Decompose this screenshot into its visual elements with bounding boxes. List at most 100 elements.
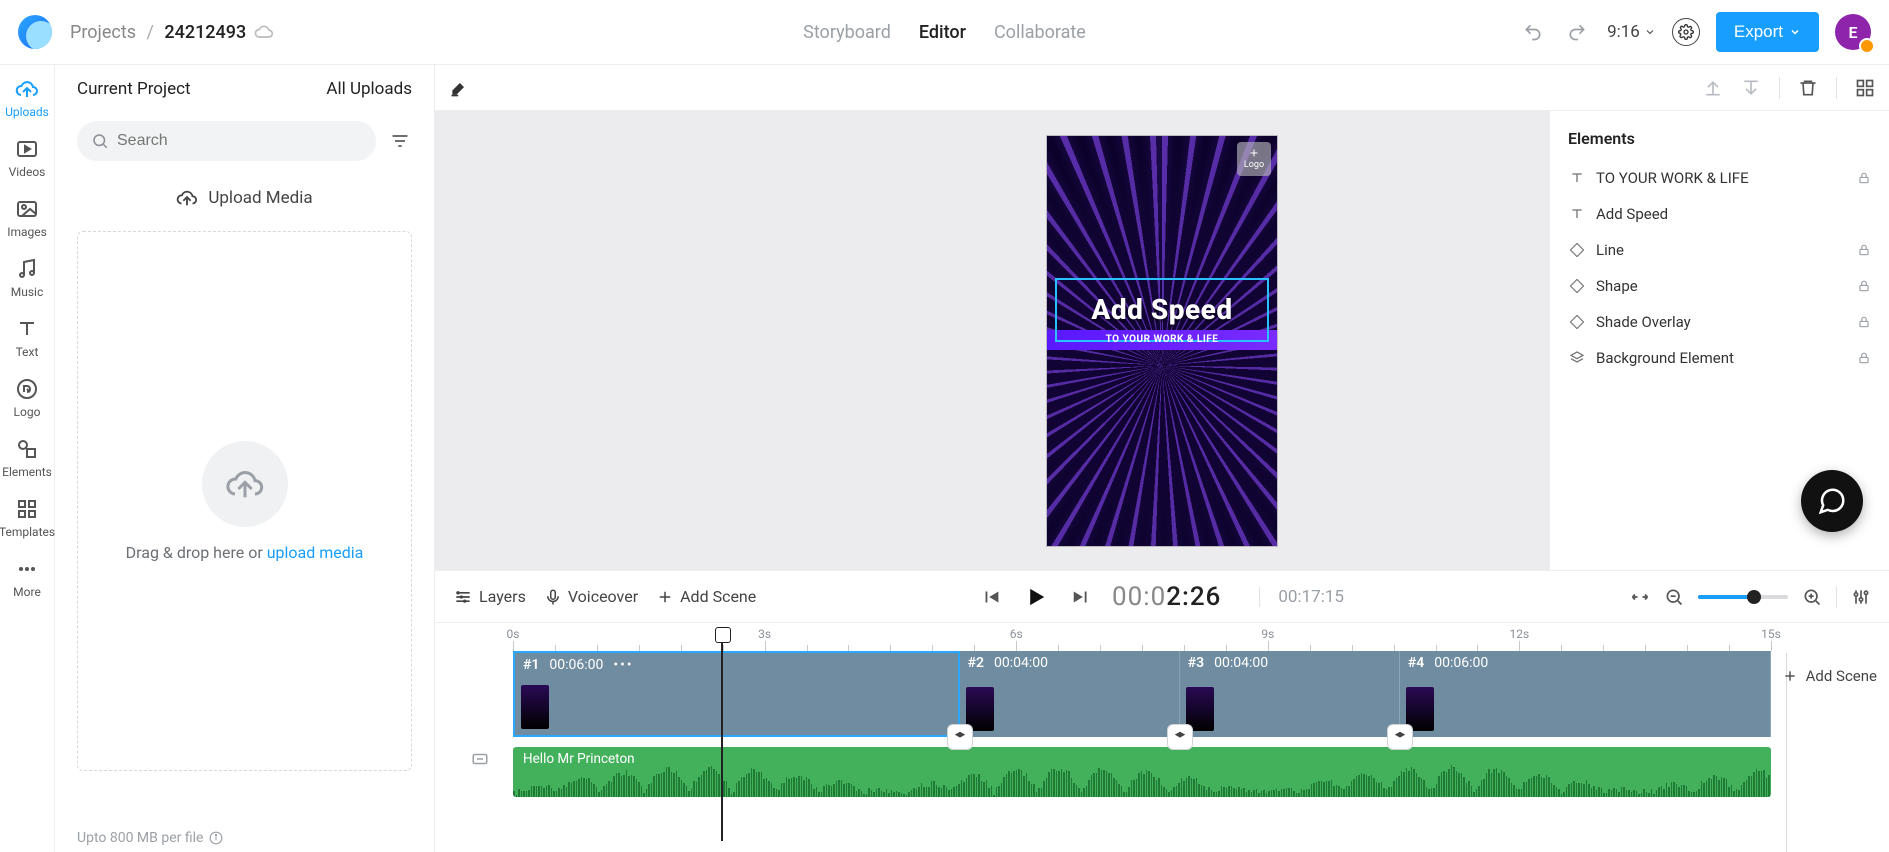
- element-item[interactable]: Background Element: [1568, 340, 1871, 376]
- delete-icon[interactable]: [1798, 78, 1818, 98]
- info-icon[interactable]: [209, 831, 223, 845]
- scene-clip[interactable]: #100:06:00•••: [513, 651, 960, 737]
- headline-text[interactable]: Add Speed: [1091, 293, 1232, 326]
- lock-icon[interactable]: [1857, 243, 1871, 257]
- send-backward-icon[interactable]: [1741, 78, 1761, 98]
- search-input[interactable]: [117, 132, 362, 150]
- subline-text[interactable]: TO YOUR WORK & LIFE: [1047, 334, 1277, 345]
- timeline-ruler[interactable]: 0s3s6s9s12s15s: [513, 629, 1771, 651]
- tab-all-uploads[interactable]: All Uploads: [326, 79, 412, 99]
- layers-button[interactable]: Layers: [453, 587, 526, 607]
- rail-item-text[interactable]: Text: [0, 317, 54, 359]
- rail-item-templates[interactable]: Templates: [0, 497, 54, 539]
- add-scene-side-button[interactable]: Add Scene: [1782, 667, 1877, 685]
- avatar-letter: E: [1848, 23, 1857, 42]
- settings-icon[interactable]: [1672, 18, 1700, 46]
- timeline[interactable]: Add Scene 0s3s6s9s12s15s #100:06:00•••#2…: [435, 622, 1889, 852]
- tab-collaborate[interactable]: Collaborate: [994, 22, 1086, 43]
- element-item[interactable]: Line: [1568, 232, 1871, 268]
- ruler-label: 15s: [1761, 627, 1781, 641]
- help-chat-button[interactable]: [1801, 470, 1863, 532]
- highlighter-icon[interactable]: [449, 78, 469, 98]
- lock-icon[interactable]: [1857, 351, 1871, 365]
- lock-icon[interactable]: [1857, 171, 1871, 185]
- rail-item-elements[interactable]: Elements: [0, 437, 54, 479]
- lock-icon[interactable]: [1857, 279, 1871, 293]
- zoom-out-icon[interactable]: [1664, 587, 1684, 607]
- element-item[interactable]: Shape: [1568, 268, 1871, 304]
- upload-limit-text: Upto 800 MB per file: [77, 830, 203, 846]
- element-item[interactable]: TO YOUR WORK & LIFE: [1568, 160, 1871, 196]
- logo-placeholder-label: Logo: [1244, 160, 1264, 170]
- zoom-in-icon[interactable]: [1802, 587, 1822, 607]
- tab-current-project[interactable]: Current Project: [77, 79, 191, 99]
- export-button[interactable]: Export: [1716, 12, 1819, 52]
- layers-icon: [1568, 350, 1586, 366]
- transition-button[interactable]: [947, 724, 973, 750]
- playhead[interactable]: [721, 629, 723, 841]
- time-prefix: 00:0: [1112, 582, 1166, 612]
- play-icon[interactable]: [1022, 583, 1050, 611]
- rail-item-logo[interactable]: Logo: [0, 377, 54, 419]
- tab-storyboard[interactable]: Storyboard: [803, 22, 891, 43]
- voiceover-button[interactable]: Voiceover: [544, 587, 638, 606]
- next-scene-icon[interactable]: [1070, 586, 1092, 608]
- rail-item-more[interactable]: More: [0, 557, 54, 599]
- fit-width-icon[interactable]: [1630, 587, 1650, 607]
- more-icon[interactable]: •••: [613, 657, 633, 673]
- uploads-panel: Current Project All Uploads Upload Media…: [55, 65, 435, 852]
- bring-forward-icon[interactable]: [1703, 78, 1723, 98]
- current-time: 00:02:26: [1112, 582, 1221, 612]
- transition-button[interactable]: [1387, 724, 1413, 750]
- dropzone-link[interactable]: upload media: [267, 543, 364, 562]
- plus-icon: [1782, 668, 1798, 684]
- rail-item-images[interactable]: Images: [0, 197, 54, 239]
- app-logo[interactable]: [18, 15, 52, 49]
- scene-clip[interactable]: #200:04:00: [960, 651, 1180, 737]
- video-stage[interactable]: Add Speed TO YOUR WORK & LIFE Logo: [1047, 136, 1277, 546]
- total-duration: 00:17:15: [1259, 587, 1344, 607]
- rail-item-music[interactable]: Music: [0, 257, 54, 299]
- element-item[interactable]: Add Speed: [1568, 196, 1871, 232]
- rail-item-uploads[interactable]: Uploads: [0, 77, 54, 119]
- redo-icon[interactable]: [1563, 18, 1591, 46]
- ruler-label: 9s: [1261, 627, 1274, 641]
- zoom-slider[interactable]: [1698, 595, 1788, 599]
- project-name[interactable]: 24212493: [164, 22, 246, 43]
- undo-icon[interactable]: [1519, 18, 1547, 46]
- filter-icon[interactable]: [388, 129, 412, 153]
- track-settings-icon[interactable]: [1851, 587, 1871, 607]
- search-input-wrap[interactable]: [77, 121, 376, 161]
- scene-clip[interactable]: #400:06:00: [1400, 651, 1771, 737]
- add-scene-button[interactable]: Add Scene: [656, 587, 756, 606]
- upload-media-button[interactable]: Upload Media: [55, 169, 434, 221]
- audio-track[interactable]: Hello Mr Princeton: [513, 747, 1771, 797]
- track-lock-icon[interactable]: [471, 750, 489, 768]
- transition-button[interactable]: [1167, 724, 1193, 750]
- breadcrumb-root[interactable]: Projects: [70, 22, 136, 43]
- scene-clip[interactable]: #300:04:00: [1180, 651, 1400, 737]
- breadcrumb: Projects / 24212493: [70, 22, 246, 43]
- scene-duration: 00:04:00: [1214, 655, 1268, 671]
- top-tabs: Storyboard Editor Collaborate: [803, 22, 1086, 43]
- aspect-ratio-selector[interactable]: 9:16: [1607, 22, 1656, 42]
- upload-dropzone[interactable]: Drag & drop here or upload media: [77, 231, 412, 771]
- scene-tag: #2: [968, 655, 984, 671]
- rail-item-label: Uploads: [5, 105, 49, 119]
- rail-item-label: Images: [7, 225, 47, 239]
- element-item-label: Shade Overlay: [1596, 313, 1691, 331]
- user-avatar[interactable]: E: [1835, 14, 1871, 50]
- canvas-area[interactable]: Add Speed TO YOUR WORK & LIFE Logo Eleme…: [435, 111, 1889, 570]
- element-item[interactable]: Shade Overlay: [1568, 304, 1871, 340]
- cloud-sync-icon[interactable]: [254, 22, 274, 42]
- scene-track[interactable]: #100:06:00•••#200:04:00#300:04:00#400:06…: [513, 651, 1771, 737]
- logo-placeholder[interactable]: Logo: [1237, 142, 1271, 176]
- lock-icon[interactable]: [1857, 315, 1871, 329]
- selected-text-box[interactable]: Add Speed: [1055, 278, 1269, 342]
- rail-item-videos[interactable]: Videos: [0, 137, 54, 179]
- grid-icon[interactable]: [1855, 78, 1875, 98]
- tab-editor[interactable]: Editor: [919, 22, 966, 43]
- text-icon: [1568, 206, 1586, 222]
- upload-icon: [15, 77, 39, 101]
- prev-scene-icon[interactable]: [980, 586, 1002, 608]
